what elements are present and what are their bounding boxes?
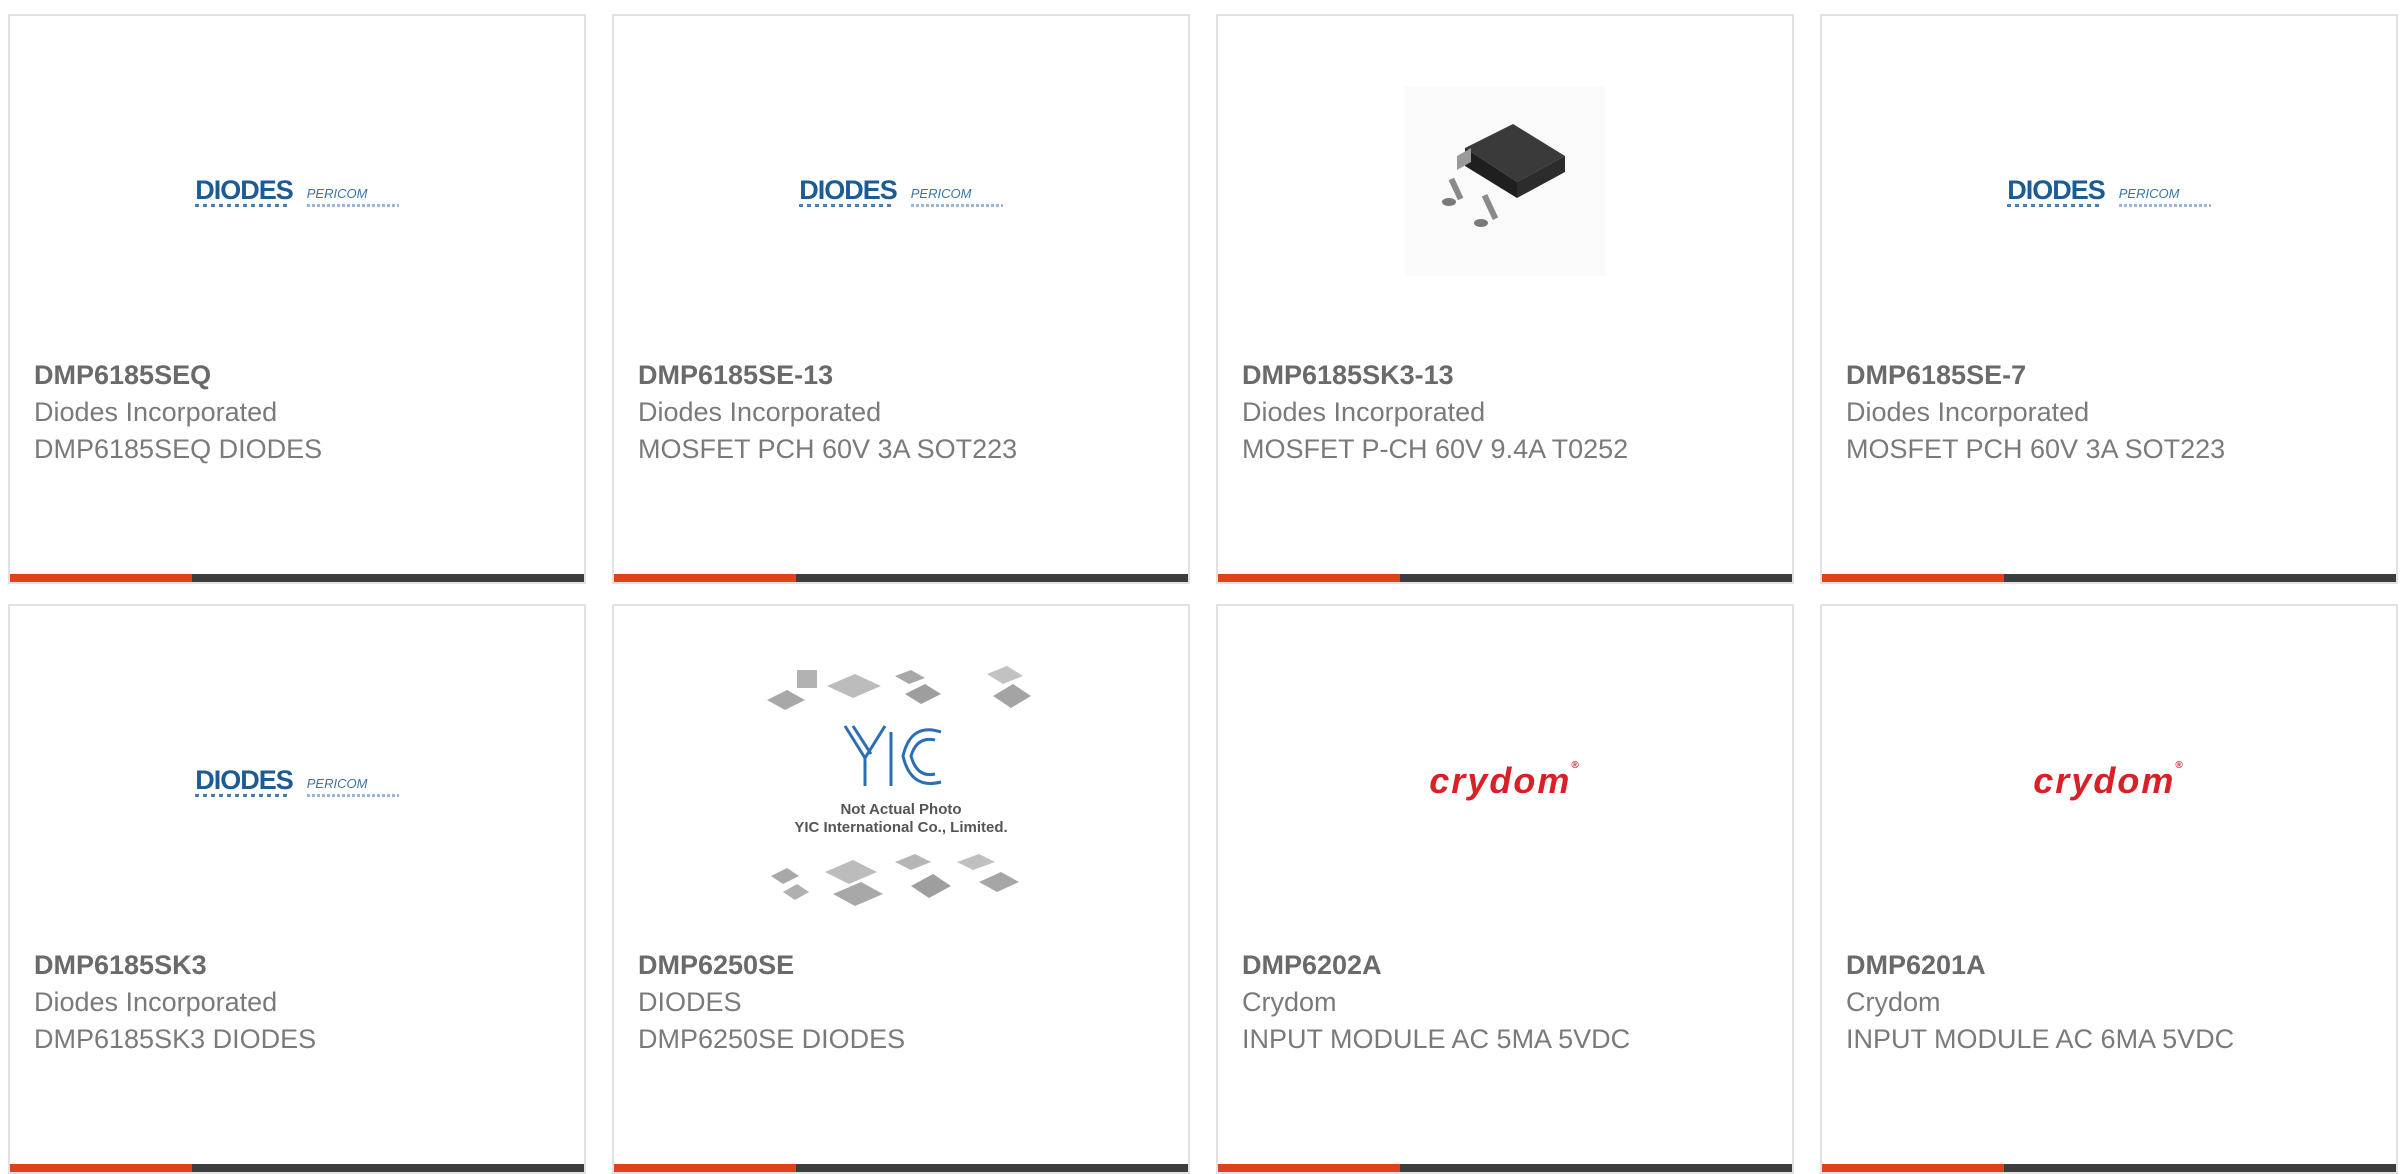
product-image[interactable]: DIODES PERICOM [10,16,584,346]
product-image[interactable]: DIODES PERICOM [1822,16,2396,346]
product-image[interactable]: DIODES PERICOM [10,606,584,936]
manufacturer-name: DIODES [638,987,742,1017]
product-description: MOSFET PCH 60V 3A SOT223 [1846,434,2226,464]
product-image[interactable]: crydom® [1218,606,1792,936]
product-card[interactable]: DMP6185SK3-13 Diodes Incorporated MOSFET… [1216,14,1794,584]
product-description: MOSFET PCH 60V 3A SOT223 [638,434,1018,464]
card-bottom-bar [614,574,1188,582]
product-image[interactable] [1218,16,1792,346]
card-bottom-bar [10,574,584,582]
product-card[interactable]: DIODES PERICOM DMP6185SE-7 Diodes Incorp… [1820,14,2398,584]
product-grid: DIODES PERICOM DMP6185SEQ Diodes Incorpo… [8,14,2398,1174]
card-bottom-bar [1218,574,1792,582]
card-bottom-bar [10,1164,584,1172]
part-number-link[interactable]: DMP6185SK3 [34,946,572,984]
manufacturer-name: Diodes Incorporated [34,397,278,427]
part-number-link[interactable]: DMP6185SE-13 [638,356,1176,394]
manufacturer-name: Diodes Incorporated [1846,397,2090,427]
product-image[interactable]: DIODES PERICOM [614,16,1188,346]
manufacturer-name: Diodes Incorporated [1242,397,1486,427]
product-description: DMP6185SEQ DIODES [34,434,323,464]
product-description: DMP6185SK3 DIODES [34,1024,317,1054]
card-bottom-bar [614,1164,1188,1172]
manufacturer-name: Diodes Incorporated [638,397,882,427]
diodes-logo: DIODES PERICOM [195,176,399,207]
placeholder-line-1: Not Actual Photo [840,801,961,818]
product-description: MOSFET P-CH 60V 9.4A T0252 [1242,434,1629,464]
yic-placeholder-image: Not Actual Photo YIC International Co., … [767,666,1031,906]
card-bottom-bar [1822,574,2396,582]
product-card[interactable]: crydom® DMP6201A Crydom INPUT MODULE AC … [1820,604,2398,1174]
product-card[interactable]: Not Actual Photo YIC International Co., … [612,604,1190,1174]
diodes-logo: DIODES PERICOM [2007,176,2211,207]
part-number-link[interactable]: DMP6250SE [638,946,1176,984]
manufacturer-name: Diodes Incorporated [34,987,278,1017]
card-bottom-bar [1822,1164,2396,1172]
product-card[interactable]: DIODES PERICOM DMP6185SK3 Diodes Incorpo… [8,604,586,1174]
part-number-link[interactable]: DMP6185SE-7 [1846,356,2384,394]
card-bottom-bar [1218,1164,1792,1172]
product-card[interactable]: DIODES PERICOM DMP6185SEQ Diodes Incorpo… [8,14,586,584]
to252-package-photo [1405,86,1605,276]
manufacturer-name: Crydom [1242,987,1337,1017]
product-card[interactable]: DIODES PERICOM DMP6185SE-13 Diodes Incor… [612,14,1190,584]
product-card[interactable]: crydom® DMP6202A Crydom INPUT MODULE AC … [1216,604,1794,1174]
product-description: INPUT MODULE AC 6MA 5VDC [1846,1024,2235,1054]
part-number-link[interactable]: DMP6202A [1242,946,1780,984]
product-image[interactable]: crydom® [1822,606,2396,936]
product-description: INPUT MODULE AC 5MA 5VDC [1242,1024,1631,1054]
part-number-link[interactable]: DMP6201A [1846,946,2384,984]
diodes-logo: DIODES PERICOM [195,766,399,797]
part-number-link[interactable]: DMP6185SK3-13 [1242,356,1780,394]
crydom-logo: crydom® [1429,760,1581,801]
diodes-logo: DIODES PERICOM [799,176,1003,207]
manufacturer-name: Crydom [1846,987,1941,1017]
crydom-logo: crydom® [2033,760,2185,801]
placeholder-line-2: YIC International Co., Limited. [794,819,1007,836]
product-image[interactable]: Not Actual Photo YIC International Co., … [614,606,1188,936]
part-number-link[interactable]: DMP6185SEQ [34,356,572,394]
product-description: DMP6250SE DIODES [638,1024,906,1054]
